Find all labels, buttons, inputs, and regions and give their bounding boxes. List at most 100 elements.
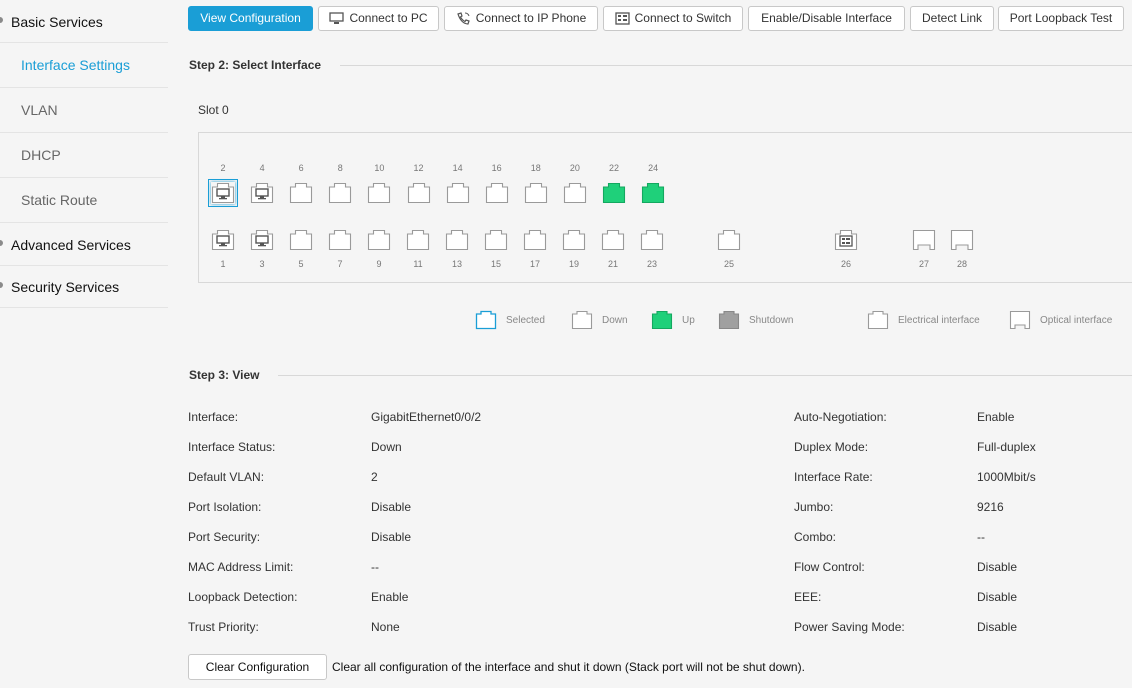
info-value: 1000Mbit/s [977,470,1036,484]
connect-to-switch-button[interactable]: Connect to Switch [603,6,743,31]
port-17[interactable] [523,229,547,251]
port-28[interactable] [950,229,974,251]
port-5[interactable] [289,229,313,251]
port-27[interactable] [912,229,936,251]
sidebar-group-basic-services[interactable]: Basic Services [0,0,168,43]
port-6[interactable] [289,182,313,204]
port-number: 8 [337,163,343,173]
info-value: 9216 [977,500,1004,514]
sidebar-item-dhcp[interactable]: DHCP [0,133,168,178]
port-14[interactable] [446,182,470,204]
info-label: Duplex Mode: [794,440,869,454]
selected-port-icon [475,310,497,330]
port-10[interactable] [367,182,391,204]
port-number: 16 [491,163,502,173]
sidebar-group-advanced-services[interactable]: Advanced Services [0,223,168,266]
port-number: 1 [220,259,226,269]
button-label: Port Loopback Test [1009,11,1113,25]
sidebar-item-static-route[interactable]: Static Route [0,178,168,223]
info-value: Disable [977,560,1018,574]
info-value: Down [371,440,402,454]
sidebar-item-label: Interface Settings [21,57,130,73]
detect-link-button[interactable]: Detect Link [910,6,994,31]
info-value: -- [371,560,379,574]
info-label: Interface Status: [188,440,276,454]
port-number: 17 [529,259,540,269]
port-number: 7 [337,259,343,269]
button-label: Clear Configuration [205,660,310,674]
port-3[interactable] [250,229,274,251]
info-value: Enable [371,590,409,604]
port-number: 19 [568,259,579,269]
port-4[interactable] [250,182,274,204]
port-number: 3 [259,259,265,269]
info-value: 2 [371,470,378,484]
info-value: None [371,620,400,634]
optical-interface-icon [1009,310,1031,330]
divider [340,65,1132,66]
info-label: Auto-Negotiation: [794,410,887,424]
sidebar-group-label: Basic Services [11,14,103,30]
sidebar-item-vlan[interactable]: VLAN [0,88,168,133]
port-number: 9 [376,259,382,269]
port-26[interactable] [834,229,858,251]
connect-to-pc-button[interactable]: Connect to PC [318,6,439,31]
bullet-icon [0,282,3,288]
port-21[interactable] [601,229,625,251]
port-number: 22 [608,163,619,173]
port-number: 4 [259,163,265,173]
switch-icon [614,12,630,25]
port-number: 23 [646,259,657,269]
button-label: Connect to IP Phone [475,11,587,25]
sidebar-group-security-services[interactable]: Security Services [0,265,168,308]
port-16[interactable] [485,182,509,204]
port-number: 20 [569,163,580,173]
port-number: 15 [490,259,501,269]
port-number: 2 [220,163,226,173]
port-number: 18 [530,163,541,173]
port-8[interactable] [328,182,352,204]
connect-to-ip-phone-button[interactable]: Connect to IP Phone [444,6,598,31]
sidebar-item-interface-settings[interactable]: Interface Settings [0,43,168,88]
legend-label: Electrical interface [898,315,980,326]
port-number: 11 [413,259,423,269]
port-loopback-test-button[interactable]: Port Loopback Test [998,6,1124,31]
port-22[interactable] [602,182,626,204]
bullet-icon [0,240,3,246]
port-18[interactable] [524,182,548,204]
port-15[interactable] [484,229,508,251]
legend-label: Down [602,315,628,326]
port-24[interactable] [641,182,665,204]
legend-label: Selected [506,315,545,326]
info-label: Combo: [794,530,837,544]
pc-icon [329,12,345,24]
port-12[interactable] [407,182,431,204]
port-20[interactable] [563,182,587,204]
info-value: Disable [371,530,412,544]
port-number: 26 [840,259,851,269]
info-value: -- [977,530,985,544]
legend-label: Up [682,315,695,326]
bullet-icon [0,17,3,23]
port-19[interactable] [562,229,586,251]
port-9[interactable] [367,229,391,251]
port-2[interactable] [208,179,238,207]
port-25[interactable] [717,229,741,251]
info-label: Port Isolation: [188,500,262,514]
step3-title: Step 3: View [189,368,260,382]
port-23[interactable] [640,229,664,251]
port-7[interactable] [328,229,352,251]
step2-title: Step 2: Select Interface [189,58,322,72]
enable-disable-interface-button[interactable]: Enable/Disable Interface [748,6,905,31]
port-13[interactable] [445,229,469,251]
info-label: MAC Address Limit: [188,560,294,574]
info-value: Disable [977,620,1018,634]
port-11[interactable] [406,229,430,251]
clear-configuration-button[interactable]: Clear Configuration [188,654,327,680]
legend-label: Shutdown [749,315,794,326]
view-configuration-button[interactable]: View Configuration [188,6,313,31]
port-1[interactable] [211,229,235,251]
button-label: Connect to Switch [634,11,732,25]
port-number: 12 [413,163,424,173]
button-label: Detect Link [921,11,983,25]
